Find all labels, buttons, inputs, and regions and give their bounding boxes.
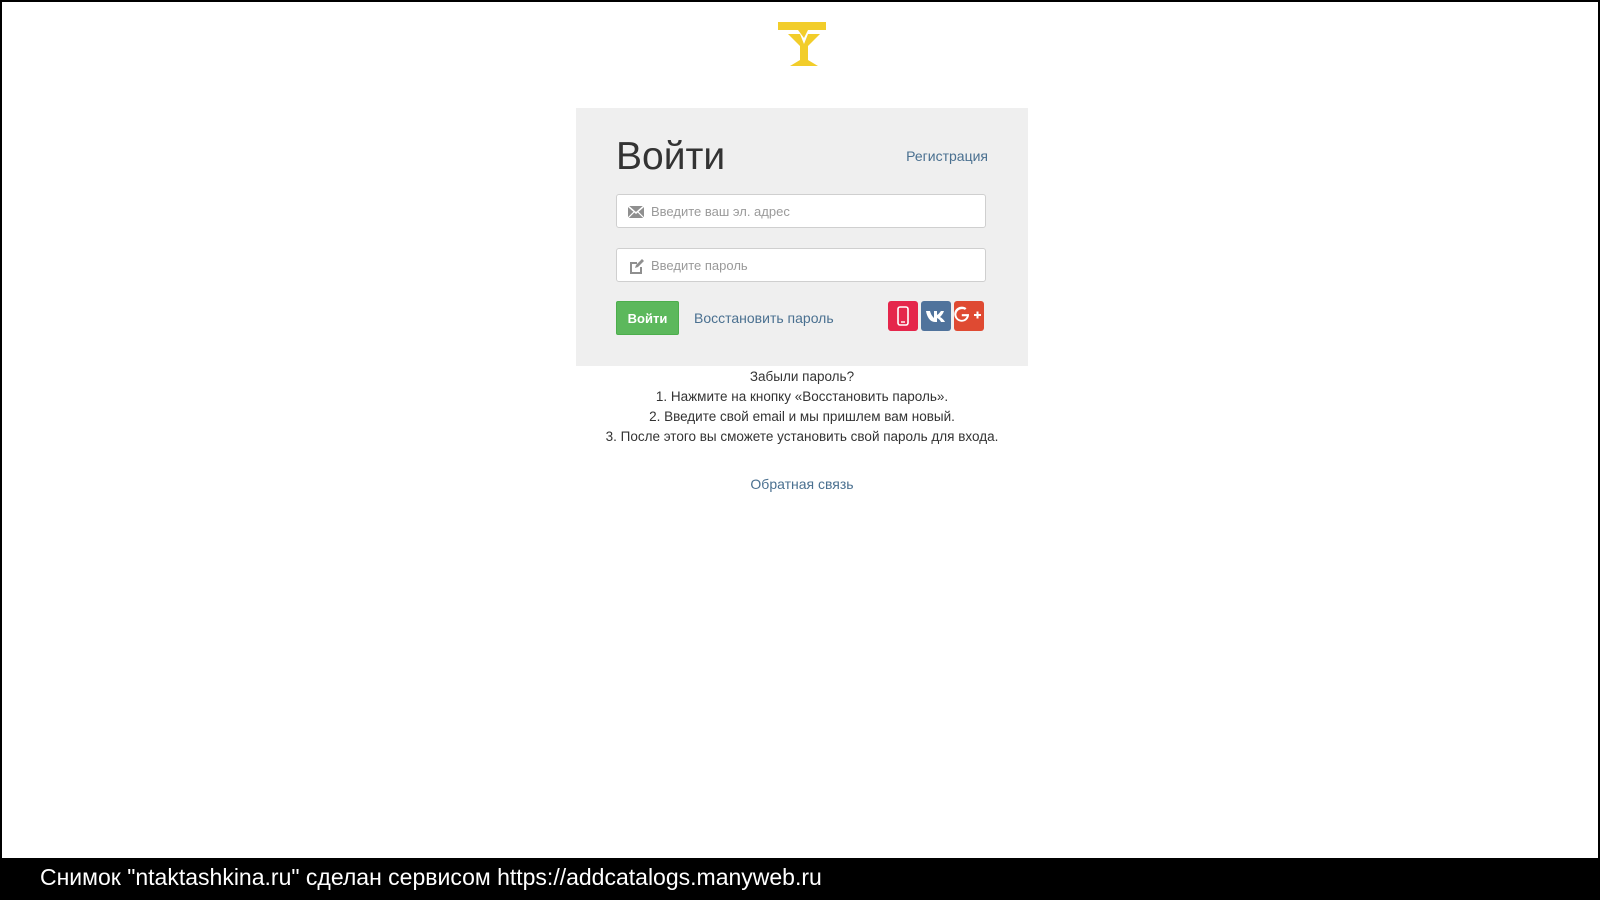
page: Войти Регистрация Войти Восстановить пар… — [2, 2, 1598, 858]
forgot-password-help: Забыли пароль? 1. Нажмите на кнопку «Вос… — [502, 367, 1102, 447]
login-card: Войти Регистрация Войти Восстановить пар… — [576, 108, 1028, 366]
help-step: 1. Нажмите на кнопку «Восстановить парол… — [655, 389, 949, 404]
google-plus-login-button[interactable] — [954, 301, 984, 331]
phone-icon — [897, 306, 909, 326]
caption-bar: Снимок "ntaktashkina.ru" сделан сервисом… — [0, 858, 1600, 900]
register-link[interactable]: Регистрация — [906, 148, 988, 164]
vk-login-button[interactable] — [921, 301, 951, 331]
help-step: 3. После этого вы сможете установить сво… — [605, 429, 999, 444]
help-step: 2. Введите свой email и мы пришлем вам н… — [649, 409, 955, 424]
google-plus-icon — [954, 306, 981, 322]
envelope-icon — [627, 205, 645, 219]
edit-icon — [630, 259, 644, 274]
help-title: Забыли пароль? — [749, 369, 855, 384]
vk-icon — [926, 311, 945, 322]
password-input[interactable] — [651, 249, 981, 281]
email-field[interactable] — [616, 194, 986, 228]
logo-icon — [778, 22, 826, 66]
password-field[interactable] — [616, 248, 986, 282]
feedback-link[interactable]: Обратная связь — [702, 476, 902, 492]
email-input[interactable] — [651, 195, 981, 227]
restore-password-link[interactable]: Восстановить пароль — [694, 310, 834, 326]
caption-text: Снимок "ntaktashkina.ru" сделан сервисом… — [40, 864, 822, 890]
phone-login-button[interactable] — [888, 301, 918, 331]
login-button[interactable]: Войти — [616, 301, 679, 335]
page-title: Войти — [616, 135, 726, 178]
